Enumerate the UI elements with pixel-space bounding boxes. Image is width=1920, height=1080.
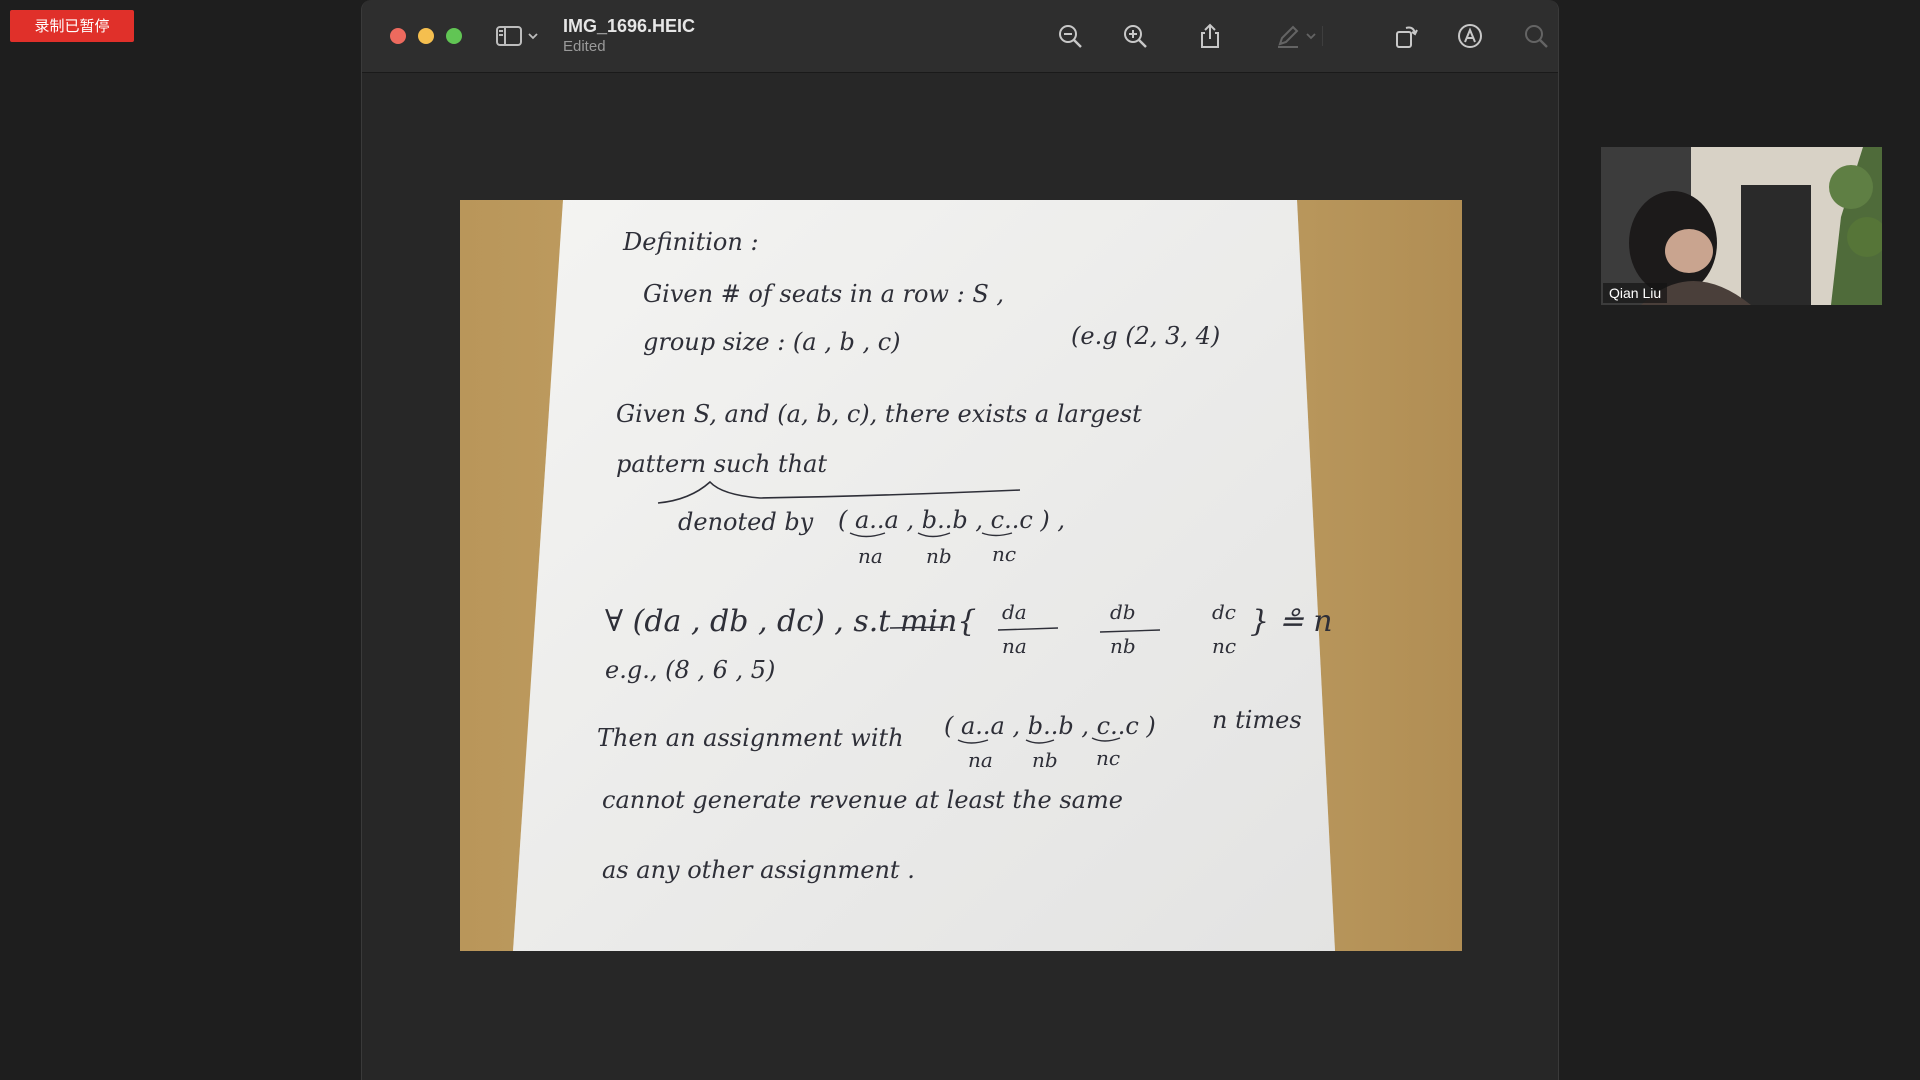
search-icon	[1525, 25, 1548, 48]
window-titlebar: IMG_1696.HEIC Edited	[362, 0, 1558, 73]
handwritten-line: n times	[1212, 706, 1302, 734]
zoom-out-button[interactable]	[1054, 20, 1086, 52]
maximize-window-button[interactable]	[446, 28, 462, 44]
recording-paused-badge[interactable]: 录制已暂停	[10, 10, 134, 42]
close-window-button[interactable]	[390, 28, 406, 44]
zoom-out-icon	[1059, 25, 1082, 48]
handwritten-line: as any other assignment .	[602, 856, 915, 884]
handwritten-subscript: nc	[1096, 746, 1121, 770]
document-edited-status: Edited	[563, 38, 606, 55]
handwritten-fraction: nb	[1110, 634, 1136, 658]
participant-video-tile[interactable]: Qian Liu	[1601, 147, 1882, 305]
rotate-button[interactable]	[1390, 20, 1422, 52]
handwritten-fraction: na	[1002, 634, 1027, 658]
handwritten-subscript: nb	[926, 544, 952, 568]
minimize-window-button[interactable]	[418, 28, 434, 44]
participant-name-label: Qian Liu	[1603, 283, 1668, 303]
participant-video-frame	[1601, 147, 1882, 305]
paper-sheet	[513, 200, 1335, 951]
handwritten-line: Given S, and (a, b, c), there exists a l…	[616, 400, 1142, 428]
chevron-down-icon	[1306, 33, 1316, 40]
handwritten-line: Then an assignment with	[597, 724, 904, 752]
handwritten-fraction: nc	[1212, 634, 1237, 658]
handwritten-line: group size : (a , b , c)	[643, 328, 901, 356]
handwritten-line: ( a..a , b..b , c..c ) ,	[838, 506, 1066, 534]
photo-image: Definition : Given # of seats in a row :…	[460, 200, 1462, 951]
preview-window: IMG_1696.HEIC Edited Definition: Given …	[361, 0, 1559, 1080]
handwritten-fraction: da	[1002, 600, 1027, 624]
handwritten-line: } ≗ n	[1250, 604, 1333, 639]
document-title: IMG_1696.HEIC	[563, 16, 696, 36]
chevron-down-icon	[528, 33, 538, 40]
handwritten-fraction: db	[1110, 600, 1136, 624]
search-button[interactable]	[1520, 20, 1552, 52]
sidebar-icon	[496, 26, 522, 46]
share-icon	[1201, 23, 1219, 48]
handwritten-fraction: dc	[1212, 600, 1237, 624]
handwritten-subscript: na	[858, 544, 883, 568]
zoom-in-icon	[1124, 25, 1147, 48]
handwritten-line: ( a..a , b..b , c..c )	[944, 712, 1156, 740]
markup-pen-icon	[1278, 25, 1299, 48]
handwritten-line: pattern such that	[616, 450, 828, 478]
handwritten-line: Given # of seats in a row : S ,	[643, 280, 1005, 308]
handwritten-line: Definition :	[623, 228, 759, 256]
markup-dropdown-button[interactable]	[1302, 20, 1320, 52]
handwritten-line: (e.g (2, 3, 4)	[1071, 322, 1221, 350]
annotate-icon	[1458, 24, 1482, 48]
zoom-in-button[interactable]	[1119, 20, 1151, 52]
toolbar-divider	[1322, 26, 1323, 46]
sidebar-toggle-button[interactable]	[496, 24, 546, 48]
handwritten-line: cannot generate revenue at least the sam…	[602, 786, 1123, 814]
handwritten-line: e.g., (8 , 6 , 5)	[605, 656, 776, 684]
rotate-icon	[1396, 26, 1418, 48]
annotate-button[interactable]	[1454, 20, 1486, 52]
handwritten-subscript: na	[968, 748, 993, 772]
handwritten-line: denoted by	[678, 508, 814, 536]
handwritten-line: ∀ (da , db , dc) , s.t min{	[605, 604, 977, 639]
handwritten-subscript: nb	[1032, 748, 1058, 772]
handwritten-subscript: nc	[992, 542, 1017, 566]
share-button[interactable]	[1194, 20, 1226, 52]
markup-button[interactable]	[1272, 20, 1304, 52]
